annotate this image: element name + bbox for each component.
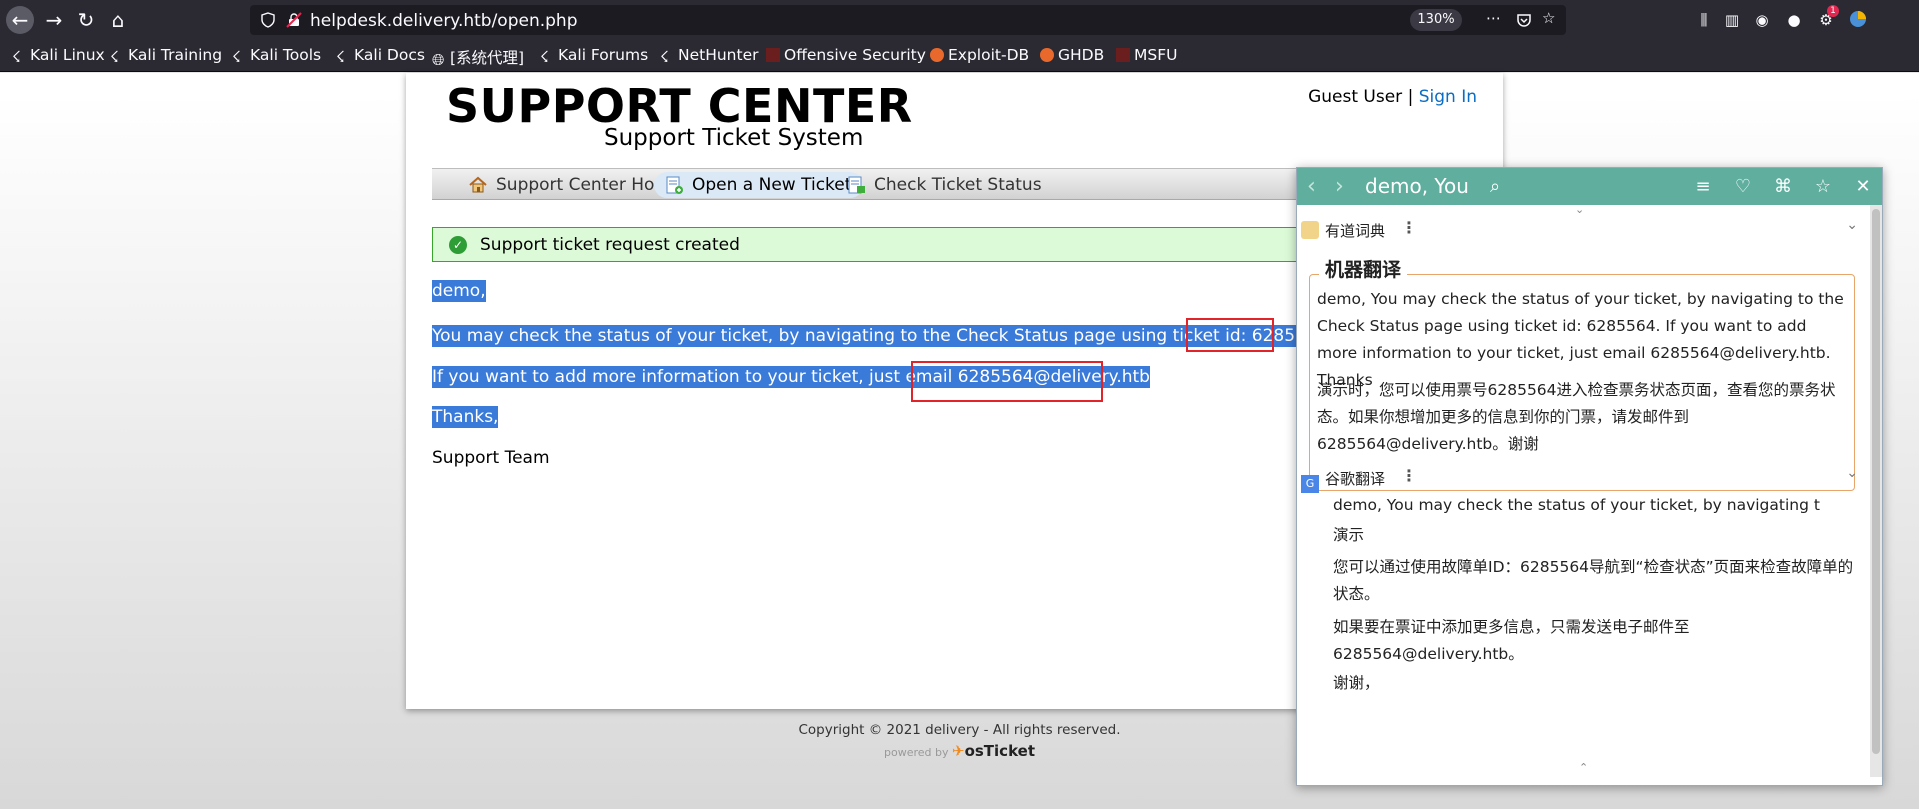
url-bar[interactable]: helpdesk.delivery.htb/open.php 130% ⋯ ☆ bbox=[250, 5, 1566, 35]
popup-search-icon[interactable]: ⌕ bbox=[1483, 175, 1507, 199]
youdao-collapse-icon[interactable]: ⌄ bbox=[1846, 217, 1858, 233]
back-button[interactable]: ← bbox=[6, 6, 34, 34]
reload-button[interactable]: ↻ bbox=[72, 6, 100, 34]
bookmark-kali-tools[interactable]: ☇ Kali Tools bbox=[232, 46, 321, 66]
bookmark-proxy[interactable]: 🌐︎ [系统代理] bbox=[432, 46, 524, 69]
kali-dragon-icon: ☇ bbox=[232, 48, 241, 66]
bookmark-star-icon[interactable]: ☆ bbox=[1542, 9, 1555, 27]
shield-icon[interactable] bbox=[260, 12, 276, 28]
zoom-level[interactable]: 130% bbox=[1410, 9, 1462, 31]
popup-scrollbar-thumb[interactable] bbox=[1872, 209, 1880, 754]
popup-wordbook-icon[interactable]: ⌘ bbox=[1771, 175, 1795, 199]
insecure-lock-icon[interactable] bbox=[286, 12, 302, 28]
globe-icon: 🌐︎ bbox=[432, 51, 445, 69]
message-greeting: demo, bbox=[432, 280, 486, 302]
popup-favorite-icon[interactable]: ♡ bbox=[1731, 175, 1755, 199]
google-translate-icon: G bbox=[1301, 475, 1319, 493]
popup-forward-icon[interactable]: › bbox=[1335, 174, 1344, 199]
bookmark-kali-training[interactable]: ☇ Kali Training bbox=[110, 46, 222, 66]
popup-query[interactable]: demo, You bbox=[1365, 174, 1469, 198]
home-button[interactable]: ⌂ bbox=[104, 6, 132, 34]
youdao-dict-icon bbox=[1301, 221, 1319, 239]
sidebar-icon[interactable]: ▥ bbox=[1721, 9, 1743, 31]
site-logo-subtitle: Support Ticket System bbox=[604, 125, 864, 151]
bookmarks-bar: ☇ Kali Linux ☇ Kali Training ☇ Kali Tools ☇… bbox=[0, 40, 1919, 72]
guest-user-label: Guest User bbox=[1308, 87, 1403, 107]
notification-extension-icon[interactable]: ⚙ 1 bbox=[1815, 5, 1839, 31]
kali-dragon-icon: ☇ bbox=[540, 48, 549, 66]
google-translation-line-4: 谢谢， bbox=[1333, 674, 1380, 692]
nethunter-icon: ☇ bbox=[660, 48, 669, 66]
extension-icon[interactable]: ● bbox=[1783, 9, 1805, 31]
kali-dragon-icon: ☇ bbox=[110, 48, 119, 66]
nav-open-new-ticket[interactable]: Open a New Ticket bbox=[654, 172, 864, 198]
offsec-icon bbox=[766, 48, 780, 62]
ticket-status-icon bbox=[848, 176, 865, 194]
google-translation-line-2: 您可以通过使用故障单ID：6285564导航到“检查状态”页面来检查故障单的状态… bbox=[1333, 558, 1854, 603]
bookmark-offensive-security[interactable]: Offensive Security bbox=[766, 46, 926, 64]
bookmark-ghdb[interactable]: GHDB bbox=[1040, 46, 1104, 64]
google-translation-line-3: 如果要在票证中添加更多信息，只需发送电子邮件至6285564@delivery.… bbox=[1333, 618, 1690, 663]
bookmark-msfu[interactable]: MSFU bbox=[1116, 46, 1177, 64]
separator: | bbox=[1407, 87, 1414, 107]
google-translation-en: demo, You may check the status of your t… bbox=[1333, 496, 1820, 514]
translation-popup: ‹ › demo, You ⌕ ≡ ♡ ⌘ ☆ ✕ ⌄ 有道词典 ⋮ ⌄ 机器翻… bbox=[1296, 167, 1883, 786]
bookmark-kali-linux[interactable]: ☇ Kali Linux bbox=[12, 46, 105, 66]
machine-translation-zh: 演示时，您可以使用票号6285564进入检查票务状态页面，查看您的票务状态。如果… bbox=[1317, 381, 1836, 453]
popup-back-icon[interactable]: ‹ bbox=[1307, 174, 1316, 199]
bookmark-exploit-db[interactable]: Exploit-DB bbox=[930, 46, 1029, 64]
youdao-header: 有道词典 bbox=[1301, 220, 1385, 241]
message-line1: You may check the status of your ticket,… bbox=[432, 325, 1247, 347]
page-actions-icon[interactable]: ⋯ bbox=[1486, 9, 1501, 27]
exploit-db-icon bbox=[930, 48, 944, 62]
machine-translation-title: 机器翻译 bbox=[1319, 255, 1408, 282]
google-options-icon[interactable]: ⋮ bbox=[1401, 466, 1417, 485]
ghdb-icon bbox=[1040, 48, 1054, 62]
google-translation-line-1: 演示 bbox=[1333, 526, 1365, 544]
popup-body: ⌄ 有道词典 ⋮ ⌄ 机器翻译 demo, You may check the … bbox=[1297, 205, 1870, 777]
popup-pin-icon[interactable]: ☆ bbox=[1811, 175, 1835, 199]
library-icon[interactable]: ⫼ bbox=[1693, 9, 1715, 31]
pocket-icon[interactable] bbox=[1516, 12, 1532, 28]
user-status: Guest User | Sign In bbox=[1308, 87, 1477, 107]
osticket-logo: ✈osTicket bbox=[952, 742, 1035, 760]
popup-scroll-down-icon[interactable]: ⌃ bbox=[1579, 761, 1588, 774]
kali-dragon-icon: ☇ bbox=[336, 48, 345, 66]
account-icon[interactable]: ◉ bbox=[1751, 9, 1773, 31]
nav-check-ticket-status[interactable]: Check Ticket Status bbox=[836, 172, 1054, 198]
browser-toolbar: ← → ↻ ⌂ helpdesk.delivery.htb/open.php 1… bbox=[0, 0, 1919, 40]
popup-menu-icon[interactable]: ≡ bbox=[1691, 175, 1715, 199]
bookmark-kali-docs[interactable]: ☇ Kali Docs bbox=[336, 46, 425, 66]
message-signature: Support Team bbox=[432, 448, 550, 468]
youdao-options-icon[interactable]: ⋮ bbox=[1401, 218, 1417, 237]
home-icon bbox=[469, 176, 487, 193]
google-collapse-icon[interactable]: ⌄ bbox=[1846, 465, 1858, 481]
email-highlight-box bbox=[911, 361, 1103, 402]
msfu-icon bbox=[1116, 48, 1130, 62]
check-circle-icon: ✓ bbox=[449, 236, 467, 254]
notification-badge: 1 bbox=[1827, 5, 1839, 17]
popup-header: ‹ › demo, You ⌕ ≡ ♡ ⌘ ☆ ✕ bbox=[1297, 168, 1882, 205]
sign-in-link[interactable]: Sign In bbox=[1419, 87, 1477, 107]
message-thanks-line: Thanks, bbox=[432, 406, 499, 428]
google-header: G 谷歌翻译 bbox=[1301, 468, 1385, 493]
popup-close-icon[interactable]: ✕ bbox=[1851, 175, 1875, 199]
translate-extension-icon[interactable] bbox=[1847, 9, 1869, 31]
popup-expand-up-icon[interactable]: ⌄ bbox=[1575, 205, 1584, 216]
ticket-id-highlight-box bbox=[1186, 318, 1274, 352]
bookmark-nethunter[interactable]: ☇ NetHunter bbox=[660, 46, 759, 66]
message-line2: If you want to add more information to y… bbox=[432, 366, 953, 388]
forward-button[interactable]: → bbox=[40, 6, 68, 34]
notice-text: Support ticket request created bbox=[480, 235, 740, 255]
bookmark-kali-forums[interactable]: ☇ Kali Forums bbox=[540, 46, 648, 66]
new-ticket-icon bbox=[666, 176, 683, 194]
url-text[interactable]: helpdesk.delivery.htb/open.php bbox=[310, 11, 578, 31]
popup-scrollbar[interactable] bbox=[1870, 205, 1882, 777]
kali-dragon-icon: ☇ bbox=[12, 48, 21, 66]
